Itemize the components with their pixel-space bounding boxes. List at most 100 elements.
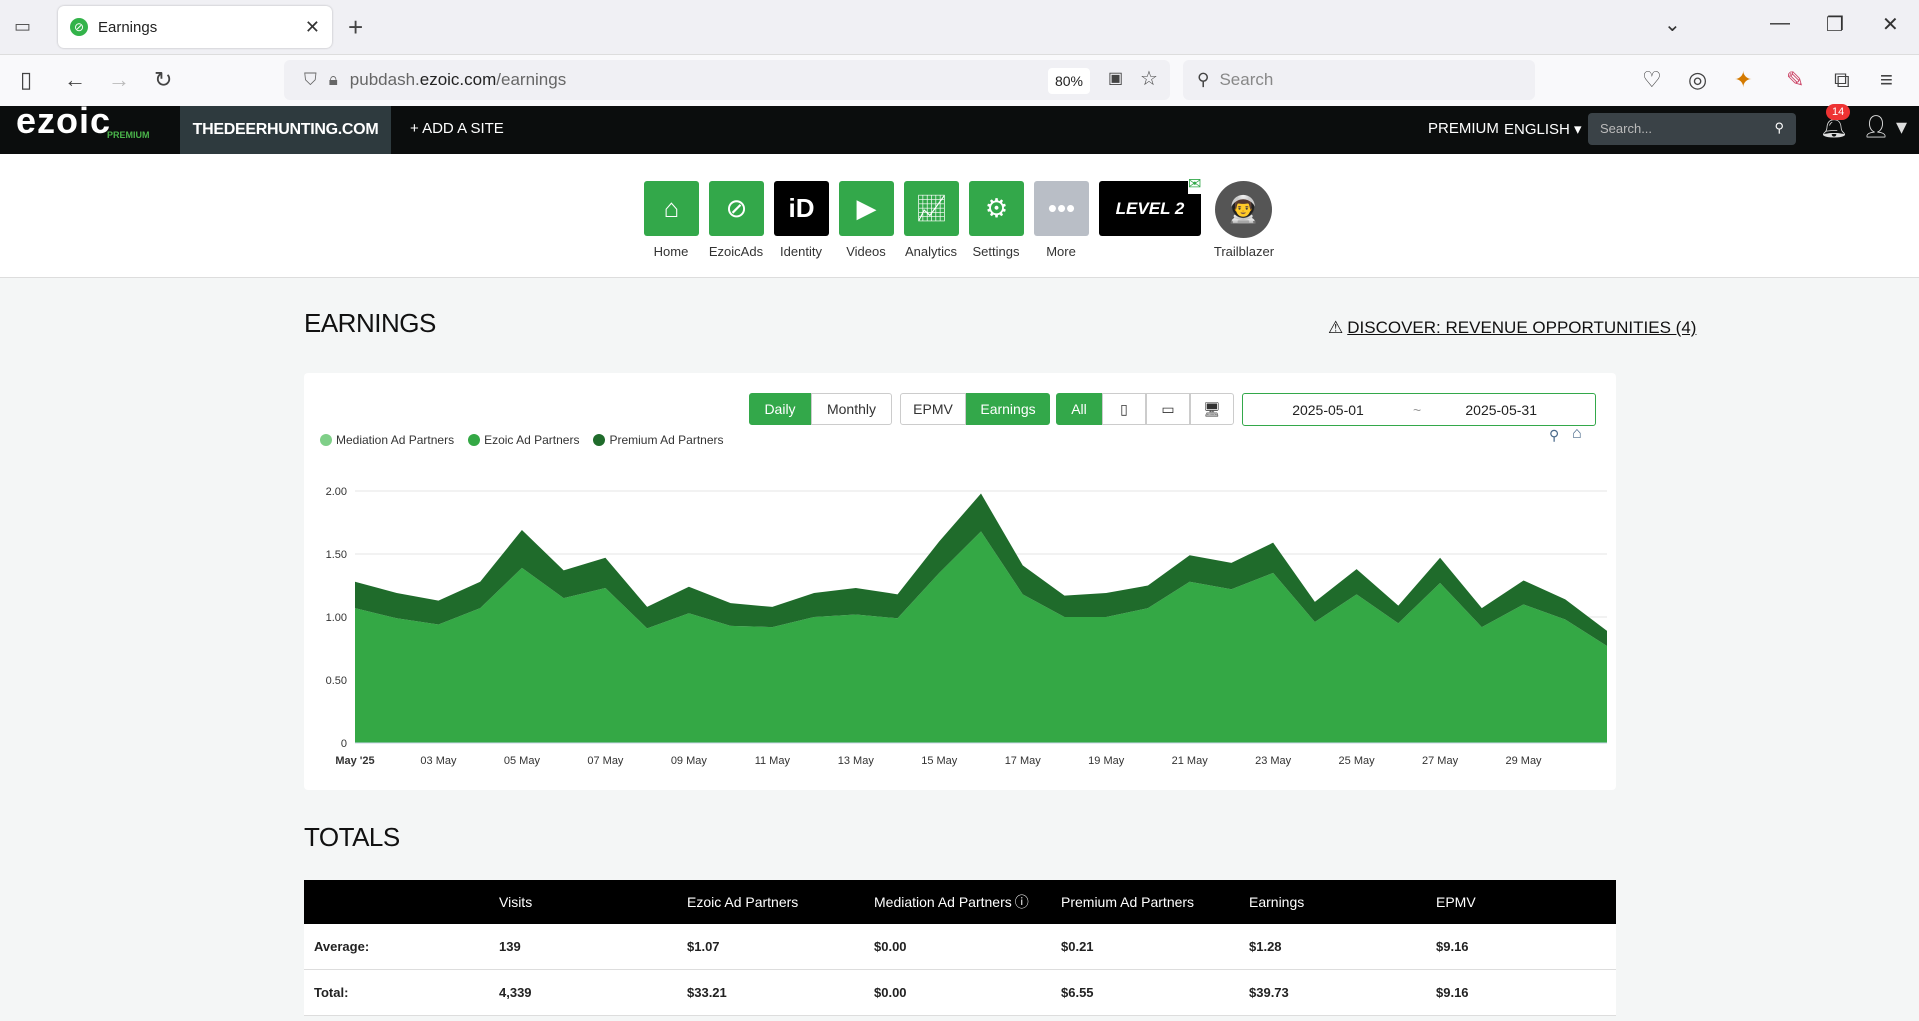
x-tick-label: May '25: [335, 755, 374, 767]
date-from[interactable]: 2025-05-01: [1243, 402, 1413, 418]
column-header: Visits: [499, 894, 533, 910]
column-header: EPMV: [1436, 894, 1476, 910]
desktop-device-button[interactable]: 🖥︎: [1190, 393, 1234, 425]
videos-icon[interactable]: ▶: [839, 181, 894, 236]
page-title: EARNINGS: [304, 308, 436, 338]
x-tick-label: 29 May: [1505, 755, 1542, 767]
tab-title: Earnings: [98, 18, 158, 36]
legend-item-premium[interactable]: Premium Ad Partners: [593, 433, 724, 447]
tab-list-icon[interactable]: ▭: [14, 16, 31, 37]
table-row: Total: 4,339 $33.21 $0.00 $6.55 $39.73 $9.16: [304, 970, 1616, 1016]
sidebar-icon[interactable]: ▯: [20, 67, 32, 93]
reload-icon[interactable]: ↻: [154, 67, 172, 93]
legend-item-mediation[interactable]: Mediation Ad Partners: [320, 433, 454, 447]
reset-zoom-home-icon[interactable]: ⌂: [1572, 425, 1582, 443]
browser-search-bar[interactable]: ⚲ Search: [1183, 60, 1535, 100]
discover-revenue-link[interactable]: ⚠ DISCOVER: REVENUE OPPORTUNITIES (4): [1328, 318, 1696, 338]
y-tick-label: 2.00: [326, 486, 347, 498]
table-cell: $9.16: [1436, 939, 1469, 954]
legend-item-ezoic[interactable]: Ezoic Ad Partners: [468, 433, 579, 447]
add-site-link[interactable]: + ADD A SITE: [410, 120, 504, 137]
monthly-button[interactable]: Monthly: [811, 393, 892, 425]
url-bar[interactable]: ⛉ 🔒︎ pubdash. ezoic.com/earnings: [284, 60, 1170, 100]
date-range-picker[interactable]: 2025-05-01 ~ 2025-05-31: [1242, 393, 1596, 426]
language-selector[interactable]: ENGLISH ▾: [1504, 120, 1582, 138]
totals-title: TOTALS: [304, 822, 400, 852]
ezoic-favicon-icon: ⊘: [70, 18, 88, 36]
trailblazer-avatar[interactable]: 👨‍🚀: [1215, 181, 1272, 238]
zoom-level[interactable]: 80%: [1048, 68, 1090, 94]
minimize-icon[interactable]: —: [1770, 12, 1790, 35]
browser-tab-earnings[interactable]: ⊘ Earnings ✕: [58, 6, 332, 48]
close-tab-icon[interactable]: ✕: [305, 17, 320, 38]
menu-icon[interactable]: ≡: [1880, 67, 1893, 93]
reader-icon[interactable]: ▣: [1108, 68, 1123, 88]
x-tick-label: 27 May: [1422, 755, 1459, 767]
earnings-area-chart: 0 0.50 1.00 1.50 2.00 May '25 03 May 05 May 07 M…: [326, 486, 1607, 767]
bookmark-star-icon[interactable]: ☆: [1140, 66, 1158, 91]
home-icon[interactable]: ⌂: [644, 181, 699, 236]
tab-overflow-chevron-icon[interactable]: ⌄: [1664, 12, 1681, 37]
restore-icon[interactable]: ❐: [1826, 12, 1844, 37]
column-header: Mediation Ad Partners ⓘ: [874, 892, 1029, 912]
premium-link[interactable]: PREMIUM: [1428, 120, 1499, 137]
table-header: Visits Ezoic Ad Partners Mediation Ad Part…: [304, 880, 1616, 924]
x-tick-label: 13 May: [838, 755, 875, 767]
more-icon[interactable]: •••: [1034, 181, 1089, 236]
user-avatar-icon[interactable]: 👤︎ ▾: [1862, 114, 1907, 140]
pocket-icon[interactable]: ♡: [1642, 67, 1662, 93]
x-tick-label: 25 May: [1339, 755, 1376, 767]
ezoicads-icon[interactable]: ⊘: [709, 181, 764, 236]
ezoic-logo[interactable]: ezoic: [16, 100, 111, 142]
table-cell: $0.00: [874, 939, 907, 954]
astronaut-icon: 👨‍🚀: [1227, 194, 1260, 224]
epmv-button[interactable]: EPMV: [900, 393, 966, 425]
table-cell: $1.07: [687, 939, 720, 954]
identity-icon[interactable]: iD: [774, 181, 829, 236]
x-tick-label: 17 May: [1005, 755, 1042, 767]
url-domain-prefix: pubdash.: [349, 70, 420, 89]
tablet-device-button[interactable]: ▭: [1146, 393, 1190, 425]
y-tick-label: 0.50: [326, 675, 347, 687]
mobile-icon: ▯: [1120, 400, 1128, 417]
level-badge[interactable]: LEVEL 2: [1099, 181, 1201, 236]
y-tick-label: 0: [341, 738, 347, 750]
earnings-button[interactable]: Earnings: [966, 393, 1050, 425]
back-icon[interactable]: ←: [64, 67, 86, 93]
close-window-icon[interactable]: ✕: [1882, 12, 1899, 37]
analytics-icon[interactable]: 📈︎: [904, 181, 959, 236]
legend-label: Mediation Ad Partners: [336, 433, 455, 447]
y-tick-label: 1.50: [326, 549, 347, 561]
column-header: Earnings: [1249, 894, 1305, 910]
site-search-input[interactable]: Search... ⚲: [1588, 113, 1796, 145]
settings-label: Settings: [972, 244, 1020, 259]
x-tick-label: 11 May: [755, 755, 791, 767]
search-icon[interactable]: ⚲: [1774, 120, 1784, 136]
site-selector[interactable]: THEDEERHUNTING.COM: [180, 106, 391, 154]
legend-dot: [593, 434, 606, 446]
mail-icon[interactable]: ✉: [1188, 174, 1202, 194]
forward-icon[interactable]: →: [108, 67, 130, 93]
extensions-icon[interactable]: ⧉: [1834, 67, 1850, 93]
url-path: /earnings: [496, 70, 567, 89]
zoom-icon[interactable]: ⚲: [1549, 427, 1559, 444]
earnings-chart-card: Daily Monthly EPMV Earnings All ▯ ▭ 🖥︎ 2…: [304, 373, 1616, 790]
app-icon-bar: ⌂ Home ⊘ EzoicAds iD Identity ▶ Videos 📈…: [0, 154, 1919, 278]
table-cell: $1.28: [1249, 939, 1282, 954]
browser-tab-strip: ▭ ⊘ Earnings ✕ + ⌄ — ❐ ✕: [0, 0, 1919, 55]
extension-seo-icon[interactable]: ✦: [1734, 67, 1752, 93]
help-icon[interactable]: ⓘ: [1015, 892, 1029, 912]
date-to[interactable]: 2025-05-31: [1421, 402, 1581, 418]
gear-icon[interactable]: ⚙: [969, 181, 1024, 236]
account-icon[interactable]: ◎: [1688, 67, 1707, 93]
home-label: Home: [653, 244, 689, 259]
all-devices-button[interactable]: All: [1056, 393, 1102, 425]
site-search-placeholder: Search...: [1600, 121, 1653, 136]
extension-pen-icon[interactable]: ✎: [1786, 67, 1804, 93]
search-icon: ⚲: [1197, 70, 1210, 89]
new-tab-icon[interactable]: +: [348, 12, 363, 43]
mobile-device-button[interactable]: ▯: [1102, 393, 1146, 425]
x-tick-label: 03 May: [420, 755, 457, 767]
daily-button[interactable]: Daily: [749, 393, 811, 425]
legend-dot: [320, 434, 332, 446]
